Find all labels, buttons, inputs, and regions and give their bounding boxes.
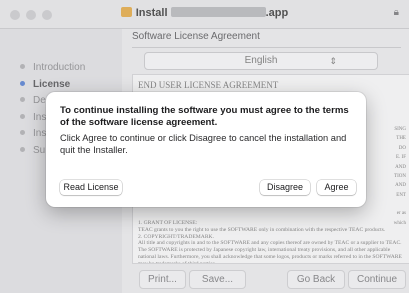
agree-button[interactable]: Agree xyxy=(317,180,356,195)
read-license-button[interactable]: Read License xyxy=(60,180,122,195)
license-agreement-dialog: To continue installing the software you … xyxy=(46,92,366,207)
installer-window: Install .app 🔒︎ Introduction License De … xyxy=(0,0,409,293)
dialog-title: To continue installing the software you … xyxy=(60,105,349,128)
disagree-button[interactable]: Disagree xyxy=(260,180,310,195)
dialog-message: Click Agree to continue or click Disagre… xyxy=(60,133,347,155)
